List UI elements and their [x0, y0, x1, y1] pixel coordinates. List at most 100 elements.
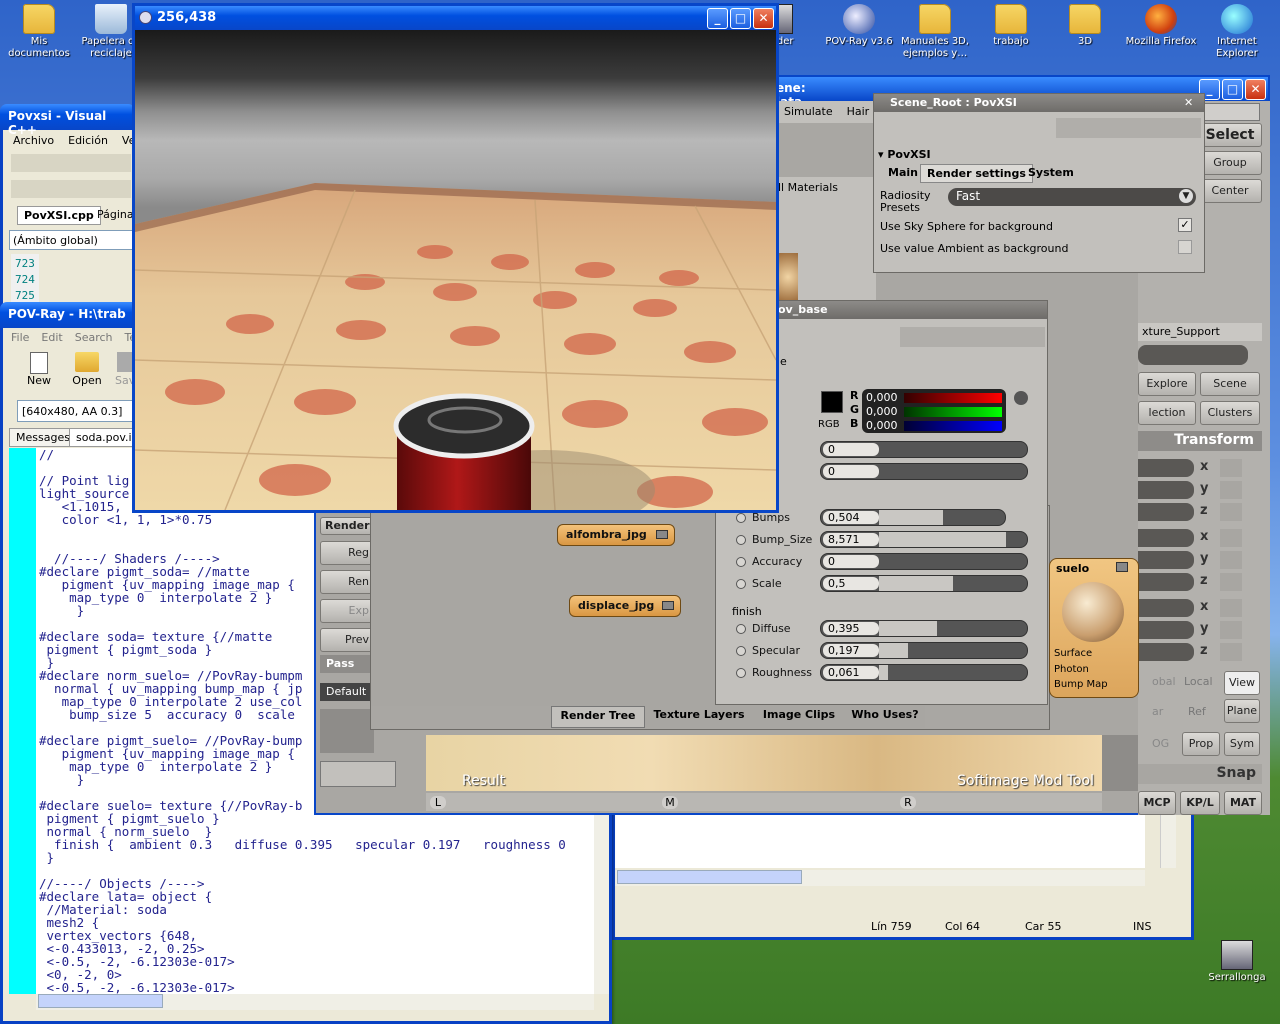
xsi-maximize-button[interactable]: □ — [1222, 79, 1243, 100]
transform-field-right[interactable] — [1220, 599, 1242, 617]
center-button[interactable]: Center — [1198, 179, 1262, 203]
transform-field-right[interactable] — [1220, 551, 1242, 569]
desktop-icon-9[interactable]: Serrallonga — [1198, 940, 1276, 984]
view-button[interactable]: View — [1224, 671, 1260, 695]
clusters-button[interactable]: Clusters — [1200, 401, 1260, 425]
animation-toggle[interactable] — [736, 513, 746, 523]
animation-toggle[interactable] — [736, 646, 746, 656]
scene-root-title-bar[interactable]: Scene_Root : PovXSI — [874, 94, 1204, 112]
prop-button[interactable]: Prop — [1182, 732, 1220, 756]
animation-toggle[interactable] — [736, 557, 746, 567]
transform-header[interactable]: Transform — [1138, 431, 1262, 451]
desktop-icon-7[interactable]: Mozilla Firefox — [1122, 4, 1200, 48]
transform-field-right[interactable] — [1220, 573, 1242, 591]
desktop-icon-5[interactable]: trabajo — [972, 4, 1050, 48]
value-slider[interactable]: 8,571 — [820, 531, 1028, 548]
animate-icon[interactable] — [1014, 391, 1028, 405]
transform-field-right[interactable] — [1220, 621, 1242, 639]
animation-toggle[interactable] — [736, 624, 746, 634]
render-tab[interactable]: Render — [320, 517, 374, 535]
render-close-button[interactable]: ✕ — [753, 8, 774, 29]
transform-field[interactable] — [1138, 551, 1194, 569]
kpl-button[interactable]: KP/L — [1180, 791, 1220, 815]
radiosity-dropdown[interactable]: Fast ▼ — [948, 188, 1196, 206]
preview-button[interactable]: Prev — [320, 628, 374, 652]
transform-field[interactable] — [1138, 599, 1194, 617]
snap-header[interactable]: Snap — [1138, 764, 1262, 784]
transform-field-right[interactable] — [1220, 529, 1242, 547]
animation-toggle[interactable] — [736, 535, 746, 545]
select-button[interactable]: Select — [1198, 123, 1262, 147]
selection-button[interactable]: lection — [1138, 401, 1196, 425]
code-hscroll[interactable] — [36, 994, 594, 1010]
node-displace-jpg[interactable]: displace_jpg — [569, 595, 681, 617]
sym-button[interactable]: Sym — [1224, 732, 1260, 756]
vc-vscroll[interactable] — [1160, 810, 1176, 868]
visual-c-title[interactable]: Povxsi - Visual C++ — [0, 104, 135, 137]
par-label[interactable]: ar — [1152, 705, 1163, 718]
bottom-tool-icons[interactable] — [320, 761, 396, 787]
tab-render-settings[interactable]: Render settings — [920, 164, 1033, 183]
value-slider[interactable]: 0 — [820, 441, 1028, 458]
explore-button[interactable]: Explore — [1138, 372, 1196, 396]
value-slider[interactable]: 0,197 — [820, 642, 1028, 659]
mat-button[interactable]: MAT — [1224, 791, 1262, 815]
color-swatch[interactable] — [821, 391, 843, 413]
rgb-sliders[interactable]: 0,000 0,000 0,000 — [862, 389, 1006, 433]
value-slider[interactable]: 0,504 — [820, 509, 1006, 526]
tab-who-uses[interactable]: Who Uses? — [845, 706, 925, 728]
tab-texture-layers[interactable]: Texture Layers — [645, 706, 753, 728]
value-slider[interactable]: 0,5 — [820, 575, 1028, 592]
open-button[interactable]: Open — [67, 352, 107, 387]
value-slider[interactable]: 0 — [820, 553, 1028, 570]
tab-main[interactable]: Main — [882, 164, 920, 181]
menu-edit[interactable]: Edit — [41, 331, 62, 344]
viewport[interactable]: Result Softimage Mod Tool — [426, 735, 1102, 791]
transform-field[interactable] — [1138, 459, 1194, 477]
node-alfombra-jpg[interactable]: alfombra_jpg — [557, 524, 675, 546]
desktop-icon-0[interactable]: Mis documentos — [0, 4, 78, 60]
value-slider[interactable]: 0,061 — [820, 664, 1028, 681]
render-button[interactable]: Ren — [320, 570, 374, 594]
tab-messages[interactable]: Messages — [9, 428, 77, 447]
menu-simulate[interactable]: Simulate — [784, 105, 833, 119]
transform-field[interactable] — [1138, 529, 1194, 547]
scene-root-close-icon[interactable]: ✕ — [1184, 96, 1198, 110]
tab-image-clips[interactable]: Image Clips — [753, 706, 845, 728]
tab-povxsi-cpp[interactable]: PovXSI.cpp — [17, 206, 101, 225]
render-title-bar[interactable]: 256,438 — [135, 6, 776, 30]
desktop-icon-4[interactable]: Manuales 3D, ejemplos y… — [896, 4, 974, 60]
ref-label[interactable]: Ref — [1188, 705, 1206, 718]
desktop-icon-3[interactable]: POV-Ray v3.6 — [820, 4, 898, 48]
vc-hscroll[interactable] — [615, 870, 1145, 886]
scope-combo[interactable]: (Ámbito global) — [9, 230, 135, 250]
transform-field-right[interactable] — [1220, 503, 1242, 521]
menu-hair[interactable]: Hair — [847, 105, 870, 119]
port-bump-map[interactable]: Bump Map — [1054, 679, 1108, 690]
new-button[interactable]: New — [21, 352, 57, 387]
menu-edicion[interactable]: Edición — [68, 134, 108, 147]
plane-button[interactable]: Plane — [1224, 699, 1260, 723]
suelo-menu-icon[interactable] — [1116, 562, 1128, 572]
desktop-icon-6[interactable]: 3D — [1046, 4, 1124, 48]
transform-field[interactable] — [1138, 503, 1194, 521]
transform-field[interactable] — [1138, 573, 1194, 591]
render-maximize-button[interactable]: □ — [730, 8, 751, 29]
transform-field[interactable] — [1138, 621, 1194, 639]
local-label[interactable]: Local — [1184, 675, 1213, 688]
desktop-icon-8[interactable]: Internet Explorer — [1198, 4, 1276, 60]
transform-field[interactable] — [1138, 643, 1194, 661]
tab-system[interactable]: System — [1022, 164, 1080, 181]
ambient-bg-checkbox[interactable] — [1178, 240, 1192, 254]
mcp-button[interactable]: MCP — [1138, 791, 1176, 815]
xsi-close-button[interactable]: ✕ — [1245, 79, 1266, 100]
menu-file[interactable]: File — [11, 331, 29, 344]
material-thumb[interactable] — [778, 253, 798, 301]
sky-sphere-checkbox[interactable]: ✓ — [1178, 218, 1192, 232]
scene-button[interactable]: Scene — [1200, 372, 1260, 396]
menu-search[interactable]: Search — [75, 331, 113, 344]
render-minimize-button[interactable]: _ — [707, 8, 728, 29]
global-label[interactable]: obal — [1152, 675, 1176, 688]
og-label[interactable]: OG — [1152, 737, 1169, 750]
value-slider[interactable]: 0 — [820, 463, 1028, 480]
